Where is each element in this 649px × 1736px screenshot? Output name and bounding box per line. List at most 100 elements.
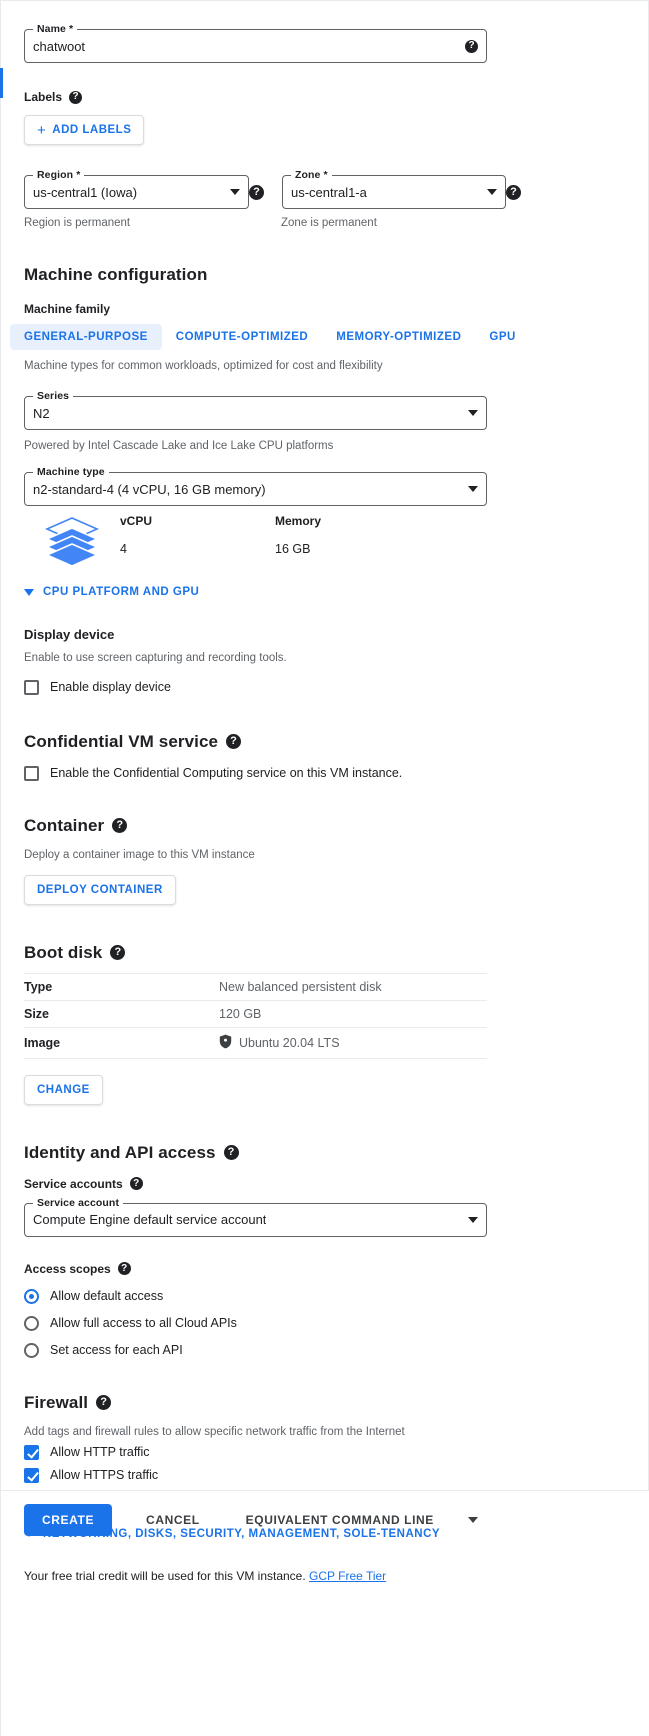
tab-general-purpose[interactable]: GENERAL-PURPOSE bbox=[10, 324, 162, 350]
action-bar: CREATE CANCEL EQUIVALENT COMMAND LINE bbox=[24, 1504, 478, 1536]
boot-disk-image-key: Image bbox=[24, 1027, 219, 1058]
checkbox-checked-icon bbox=[24, 1445, 39, 1460]
name-input[interactable]: Name * chatwoot ? bbox=[24, 29, 487, 63]
table-row: Type New balanced persistent disk bbox=[24, 973, 487, 1000]
region-hint: Region is permanent bbox=[24, 217, 267, 229]
chevron-down-icon bbox=[24, 589, 34, 596]
access-scopes-label: Access scopes ? bbox=[24, 1262, 624, 1276]
machine-type-label: Machine type bbox=[33, 466, 109, 478]
scope-allow-full-access[interactable]: Allow full access to all Cloud APIs bbox=[24, 1316, 624, 1331]
scope-set-access-each-api[interactable]: Set access for each API bbox=[24, 1343, 624, 1358]
scope-set-access-each-api-label: Set access for each API bbox=[50, 1343, 183, 1357]
machine-family-label: Machine family bbox=[24, 302, 624, 316]
zone-hint: Zone is permanent bbox=[281, 217, 524, 229]
enable-confidential-computing-checkbox[interactable]: Enable the Confidential Computing servic… bbox=[24, 766, 624, 781]
region-help-icon[interactable]: ? bbox=[249, 185, 264, 200]
machine-type-value: n2-standard-4 (4 vCPU, 16 GB memory) bbox=[33, 482, 266, 497]
add-labels-label: ADD LABELS bbox=[52, 124, 131, 136]
ubuntu-shield-icon bbox=[219, 1034, 232, 1052]
machine-family-hint: Machine types for common workloads, opti… bbox=[24, 360, 624, 372]
chevron-down-icon bbox=[468, 486, 478, 492]
change-boot-disk-button[interactable]: CHANGE bbox=[24, 1075, 103, 1105]
zone-select[interactable]: Zone * us-central1-a bbox=[282, 175, 506, 209]
firewall-title-text: Firewall bbox=[24, 1393, 88, 1413]
memory-value: 16 GB bbox=[275, 542, 430, 556]
tab-compute-optimized[interactable]: COMPUTE-OPTIMIZED bbox=[162, 324, 322, 350]
chevron-down-icon bbox=[468, 410, 478, 416]
machine-family-label-text: Machine family bbox=[24, 302, 110, 316]
chevron-down-icon[interactable] bbox=[468, 1517, 478, 1523]
memory-label: Memory bbox=[275, 514, 430, 528]
tab-general-purpose-label: GENERAL-PURPOSE bbox=[24, 331, 148, 343]
container-title: Container ? bbox=[24, 816, 624, 836]
free-trial-text: Your free trial credit will be used for … bbox=[24, 1569, 306, 1583]
region-value: us-central1 (Iowa) bbox=[33, 185, 137, 200]
checkbox-checked-icon bbox=[24, 1468, 39, 1483]
region-select[interactable]: Region * us-central1 (Iowa) bbox=[24, 175, 249, 209]
allow-https-traffic-checkbox[interactable]: Allow HTTPS traffic bbox=[24, 1468, 624, 1483]
vcpu-spec: vCPU 4 bbox=[120, 514, 275, 556]
radio-icon bbox=[24, 1343, 39, 1358]
radio-icon bbox=[24, 1289, 39, 1304]
free-trial-note: Your free trial credit will be used for … bbox=[24, 1569, 624, 1583]
series-label: Series bbox=[33, 390, 73, 402]
firewall-help-icon[interactable]: ? bbox=[96, 1395, 111, 1410]
service-accounts-label-text: Service accounts bbox=[24, 1177, 123, 1191]
chevron-down-icon bbox=[230, 189, 240, 195]
service-accounts-help-icon[interactable]: ? bbox=[130, 1177, 143, 1190]
series-hint: Powered by Intel Cascade Lake and Ice La… bbox=[24, 440, 624, 452]
boot-disk-image-value: Ubuntu 20.04 LTS bbox=[239, 1036, 340, 1050]
service-account-label: Service account bbox=[33, 1197, 123, 1209]
access-scopes-help-icon[interactable]: ? bbox=[118, 1262, 131, 1275]
enable-display-device-checkbox[interactable]: Enable display device bbox=[24, 680, 624, 695]
display-device-title: Display device bbox=[24, 627, 624, 642]
cancel-button[interactable]: CANCEL bbox=[130, 1504, 216, 1536]
gcp-free-tier-link[interactable]: GCP Free Tier bbox=[309, 1569, 386, 1583]
labels-section-label: Labels ? bbox=[24, 90, 624, 104]
tab-compute-optimized-label: COMPUTE-OPTIMIZED bbox=[176, 331, 308, 343]
identity-api-title-text: Identity and API access bbox=[24, 1143, 216, 1163]
create-button-label: CREATE bbox=[42, 1513, 94, 1527]
series-select[interactable]: Series N2 bbox=[24, 396, 487, 430]
allow-https-traffic-label: Allow HTTPS traffic bbox=[50, 1468, 158, 1482]
cancel-button-label: CANCEL bbox=[146, 1513, 200, 1527]
boot-disk-size-key: Size bbox=[24, 1000, 219, 1027]
deploy-container-button[interactable]: DEPLOY CONTAINER bbox=[24, 875, 176, 905]
cpu-platform-expander[interactable]: CPU PLATFORM AND GPU bbox=[24, 586, 199, 598]
allow-http-traffic-checkbox[interactable]: Allow HTTP traffic bbox=[24, 1445, 624, 1460]
tab-gpu[interactable]: GPU bbox=[475, 324, 529, 350]
name-help-icon[interactable]: ? bbox=[465, 40, 478, 53]
labels-help-icon[interactable]: ? bbox=[69, 91, 82, 104]
confidential-vm-title-text: Confidential VM service bbox=[24, 732, 218, 752]
left-rail-accent bbox=[0, 68, 3, 98]
name-value: chatwoot bbox=[33, 39, 85, 54]
bottom-divider bbox=[0, 1490, 649, 1491]
table-row: Image Ubuntu 20.04 LTS bbox=[24, 1027, 487, 1058]
create-button[interactable]: CREATE bbox=[24, 1504, 112, 1536]
identity-api-title: Identity and API access ? bbox=[24, 1143, 624, 1163]
deploy-container-label: DEPLOY CONTAINER bbox=[37, 884, 163, 896]
plus-icon: + bbox=[37, 123, 46, 138]
equivalent-command-line-label: EQUIVALENT COMMAND LINE bbox=[246, 1513, 434, 1527]
add-labels-button[interactable]: + ADD LABELS bbox=[24, 115, 144, 145]
identity-api-help-icon[interactable]: ? bbox=[224, 1145, 239, 1160]
layers-icon bbox=[24, 514, 120, 568]
table-row: Size 120 GB bbox=[24, 1000, 487, 1027]
tab-memory-optimized-label: MEMORY-OPTIMIZED bbox=[336, 331, 461, 343]
cpu-platform-expander-label: CPU PLATFORM AND GPU bbox=[43, 586, 199, 598]
equivalent-command-line-button[interactable]: EQUIVALENT COMMAND LINE bbox=[230, 1504, 450, 1536]
boot-disk-title: Boot disk ? bbox=[24, 943, 624, 963]
scope-allow-default-access[interactable]: Allow default access bbox=[24, 1289, 624, 1304]
radio-icon bbox=[24, 1316, 39, 1331]
machine-type-select[interactable]: Machine type n2-standard-4 (4 vCPU, 16 G… bbox=[24, 472, 487, 506]
boot-disk-type-value: New balanced persistent disk bbox=[219, 973, 487, 1000]
container-help-icon[interactable]: ? bbox=[112, 818, 127, 833]
zone-help-icon[interactable]: ? bbox=[506, 185, 521, 200]
chevron-down-icon bbox=[487, 189, 497, 195]
change-boot-disk-label: CHANGE bbox=[37, 1084, 90, 1096]
boot-disk-help-icon[interactable]: ? bbox=[110, 945, 125, 960]
service-account-select[interactable]: Service account Compute Engine default s… bbox=[24, 1203, 487, 1237]
region-label: Region * bbox=[33, 169, 84, 181]
confidential-vm-help-icon[interactable]: ? bbox=[226, 734, 241, 749]
tab-memory-optimized[interactable]: MEMORY-OPTIMIZED bbox=[322, 324, 475, 350]
